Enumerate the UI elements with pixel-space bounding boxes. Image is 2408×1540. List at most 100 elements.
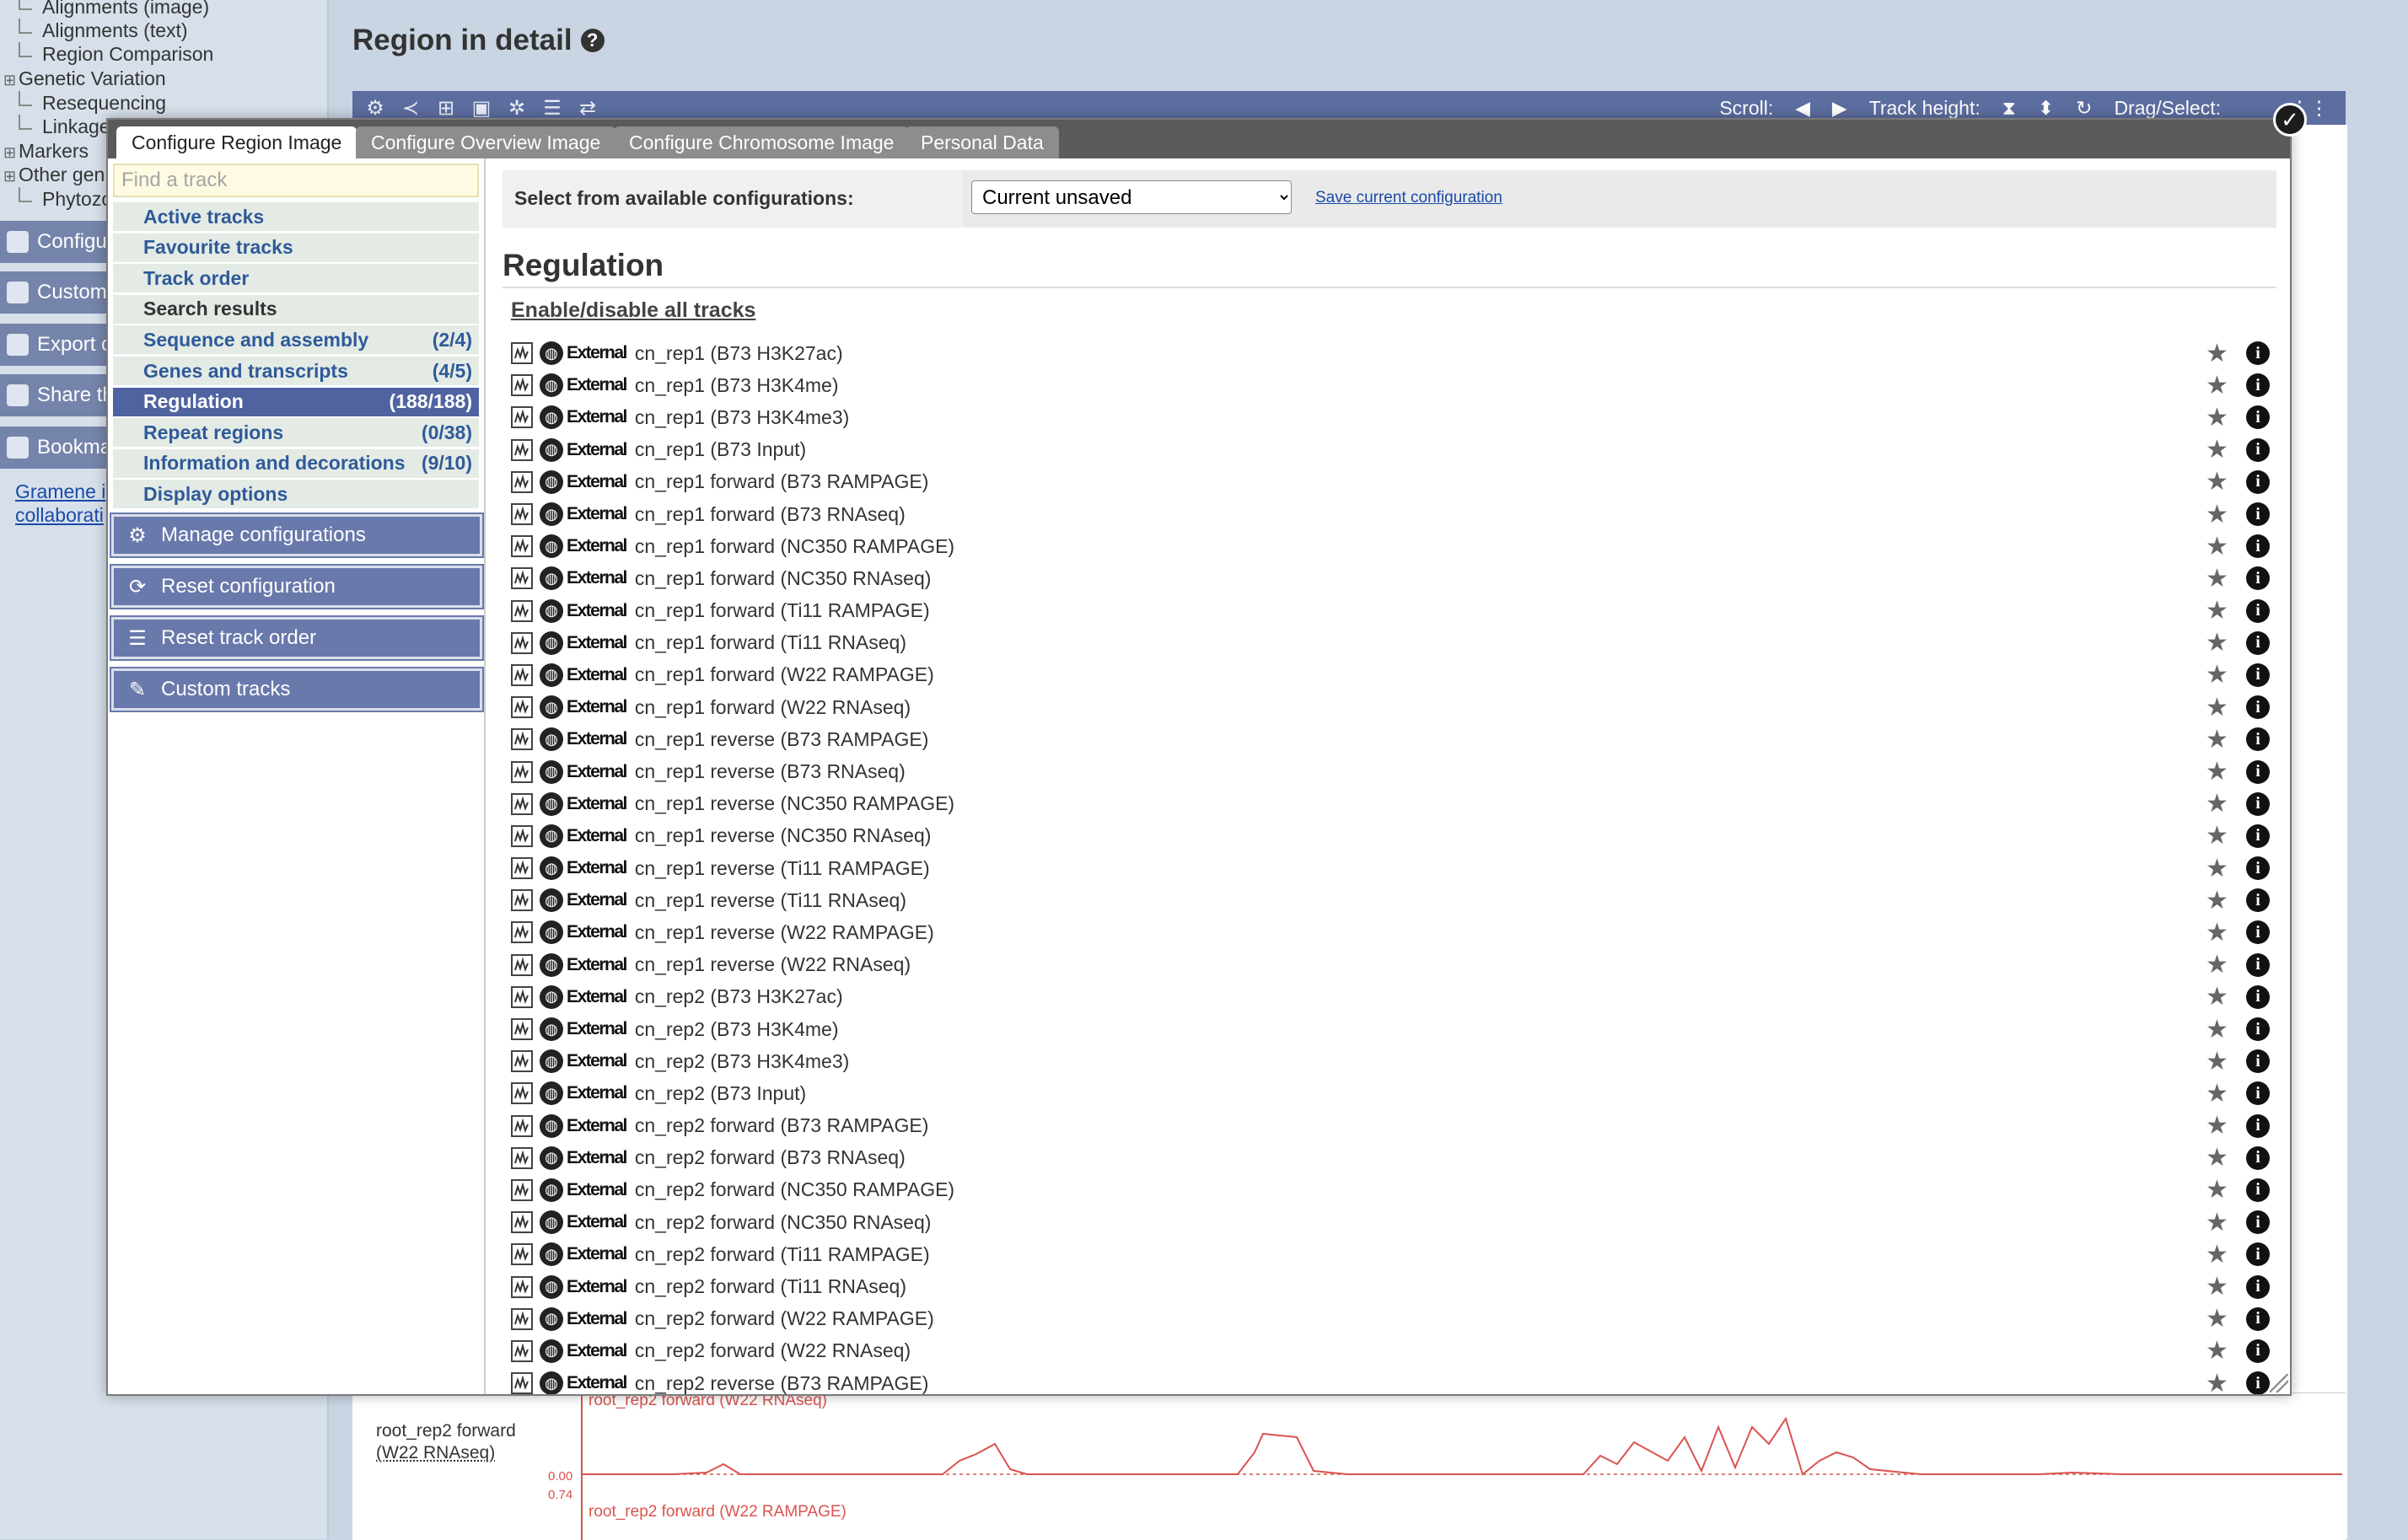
info-icon[interactable]: i (2246, 1081, 2270, 1106)
favourite-star-icon[interactable]: ★ (2206, 564, 2228, 593)
sidebar-tree-item[interactable]: Phytozo (19, 187, 112, 211)
favourite-star-icon[interactable]: ★ (2206, 854, 2228, 883)
info-icon[interactable]: i (2246, 598, 2270, 623)
nav-item[interactable]: Genes and transcripts (4/5) (113, 357, 479, 385)
track-style-checkbox[interactable] (511, 921, 533, 944)
info-icon[interactable]: i (2246, 1178, 2270, 1202)
enable-disable-all-link[interactable]: Enable/disable all tracks (511, 298, 755, 323)
refresh-icon[interactable]: ↻ (2076, 97, 2092, 120)
nav-item[interactable]: Favourite tracks (113, 233, 479, 262)
share-icon[interactable]: ≺ (398, 95, 423, 121)
track-style-checkbox[interactable] (511, 374, 533, 397)
collapse-height-icon[interactable]: ⧗ (2002, 97, 2016, 120)
help-icon[interactable]: ? (580, 29, 605, 52)
swap-icon[interactable]: ⇄ (575, 95, 600, 121)
expand-icon[interactable]: ⊞ (3, 168, 16, 185)
info-icon[interactable]: i (2246, 470, 2270, 494)
favourite-star-icon[interactable]: ★ (2206, 1208, 2228, 1237)
sidebar-link[interactable]: Gramene i (15, 480, 105, 503)
sidebar-tree-item[interactable]: Linkage (19, 115, 110, 138)
favourite-star-icon[interactable]: ★ (2206, 1143, 2228, 1172)
info-icon[interactable]: i (2246, 1113, 2270, 1138)
info-icon[interactable]: i (2246, 502, 2270, 527)
tab-configure-chromosome-image[interactable]: Configure Chromosome Image (614, 126, 910, 158)
scroll-right-icon[interactable]: ▶ (1832, 97, 1847, 120)
track-style-checkbox[interactable] (511, 792, 533, 815)
track-style-checkbox[interactable] (511, 663, 533, 686)
scroll-left-icon[interactable]: ◀ (1795, 97, 1810, 120)
track-style-checkbox[interactable] (511, 1050, 533, 1073)
track-style-checkbox[interactable] (511, 1114, 533, 1137)
nav-item[interactable]: Information and decorations (9/10) (113, 448, 479, 478)
info-icon[interactable]: i (2246, 1146, 2270, 1170)
sidebar-link[interactable]: collaborati (15, 504, 104, 527)
save-configuration-link[interactable]: Save current configuration (1315, 189, 1502, 207)
info-icon[interactable]: i (2246, 791, 2270, 816)
favourite-star-icon[interactable]: ★ (2206, 1240, 2228, 1269)
info-icon[interactable]: i (2246, 824, 2270, 848)
favourite-star-icon[interactable]: ★ (2206, 789, 2228, 818)
favourite-star-icon[interactable]: ★ (2206, 1272, 2228, 1301)
favourite-star-icon[interactable]: ★ (2206, 950, 2228, 979)
favourite-star-icon[interactable]: ★ (2206, 1015, 2228, 1044)
info-icon[interactable]: i (2246, 630, 2270, 655)
sidebar-tree-item[interactable]: ⊞ Markers (3, 140, 89, 163)
manage-configurations-button[interactable]: ⚙ Manage configurations (110, 512, 484, 558)
favourite-star-icon[interactable]: ★ (2206, 918, 2228, 947)
nav-item[interactable]: Active tracks (113, 202, 479, 231)
close-dialog-button[interactable]: ✓ (2273, 103, 2307, 137)
info-icon[interactable]: i (2246, 695, 2270, 720)
gear-icon[interactable]: ⚙ (363, 95, 388, 121)
track-style-checkbox[interactable] (511, 1018, 533, 1041)
track-style-checkbox[interactable] (511, 1307, 533, 1330)
info-icon[interactable]: i (2246, 952, 2270, 977)
info-icon[interactable]: i (2246, 1049, 2270, 1074)
info-icon[interactable]: i (2246, 437, 2270, 462)
favourite-star-icon[interactable]: ★ (2206, 1079, 2228, 1108)
image-export-icon[interactable]: ▣ (469, 95, 494, 121)
info-icon[interactable]: i (2246, 534, 2270, 559)
favourite-star-icon[interactable]: ★ (2206, 982, 2228, 1011)
favourite-star-icon[interactable]: ★ (2206, 467, 2228, 496)
nav-item[interactable]: Display options (113, 480, 479, 509)
info-icon[interactable]: i (2246, 341, 2270, 366)
info-icon[interactable]: i (2246, 1242, 2270, 1267)
track-style-checkbox[interactable] (511, 342, 533, 365)
track-style-checkbox[interactable] (511, 406, 533, 429)
info-icon[interactable]: i (2246, 405, 2270, 430)
favourite-star-icon[interactable]: ★ (2206, 403, 2228, 432)
nav-item[interactable]: Track order (113, 264, 479, 293)
info-icon[interactable]: i (2246, 1339, 2270, 1363)
track-style-checkbox[interactable] (511, 953, 533, 976)
info-icon[interactable]: i (2246, 727, 2270, 752)
track-style-checkbox[interactable] (511, 857, 533, 880)
sidebar-tree-item[interactable]: Alignments (image) (19, 0, 209, 19)
track-order-icon[interactable]: ☰ (540, 95, 565, 121)
favourite-star-icon[interactable]: ★ (2206, 886, 2228, 915)
track-style-checkbox[interactable] (511, 985, 533, 1008)
info-icon[interactable]: i (2246, 920, 2270, 945)
expand-icon[interactable]: ⊞ (3, 72, 16, 89)
config-select[interactable]: Current unsaved (971, 180, 1292, 214)
track-style-checkbox[interactable] (511, 438, 533, 461)
track-style-checkbox[interactable] (511, 631, 533, 654)
nav-item[interactable]: Regulation (188/188) (113, 387, 479, 416)
track-style-checkbox[interactable] (511, 535, 533, 558)
resize-handle[interactable] (2270, 1374, 2288, 1392)
track-style-checkbox[interactable] (511, 728, 533, 751)
reset-configuration-button[interactable]: ⟳ Reset configuration (110, 564, 484, 609)
favourite-star-icon[interactable]: ★ (2206, 628, 2228, 657)
track-style-checkbox[interactable] (511, 889, 533, 912)
info-icon[interactable]: i (2246, 1274, 2270, 1299)
nav-item[interactable]: Sequence and assembly (2/4) (113, 325, 479, 355)
favourite-star-icon[interactable]: ★ (2206, 339, 2228, 368)
favourite-star-icon[interactable]: ★ (2206, 1336, 2228, 1366)
nav-item[interactable]: Search results (113, 294, 479, 324)
track-style-checkbox[interactable] (511, 1372, 533, 1394)
expand-icon[interactable]: ⊞ (3, 144, 16, 162)
info-icon[interactable]: i (2246, 1307, 2270, 1331)
info-icon[interactable]: i (2246, 888, 2270, 913)
track-style-checkbox[interactable] (511, 1275, 533, 1298)
track-style-checkbox[interactable] (511, 503, 533, 526)
sidebar-tree-item[interactable]: ⊞ Genetic Variation (3, 67, 166, 90)
